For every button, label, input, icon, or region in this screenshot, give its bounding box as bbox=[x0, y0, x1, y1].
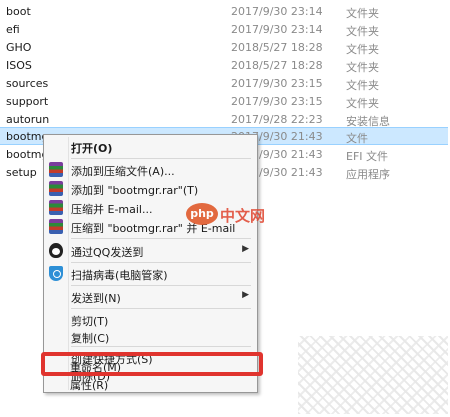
file-date: 2017/9/30 23:15 bbox=[231, 95, 323, 108]
menu-separator bbox=[71, 285, 251, 286]
submenu-arrow-icon: ▶ bbox=[242, 244, 249, 254]
file-date: 2017/9/30 23:15 bbox=[231, 77, 323, 90]
file-name: GHO bbox=[6, 41, 32, 54]
menu-item-properties[interactable]: 属性(R) bbox=[45, 374, 254, 394]
menu-item-label: 添加到压缩文件(A)... bbox=[71, 165, 175, 178]
file-name: ISOS bbox=[6, 59, 32, 72]
file-row-boot[interactable]: boot 2017/9/30 23:14 文件夹 bbox=[0, 3, 450, 21]
winrar-icon bbox=[49, 219, 63, 234]
rename-highlight-box bbox=[41, 352, 263, 376]
file-name: support bbox=[6, 95, 49, 108]
submenu-arrow-icon: ▶ bbox=[242, 290, 249, 300]
menu-item-label: 发送到(N) bbox=[71, 292, 121, 305]
menu-item-open[interactable]: 打开(O) bbox=[46, 137, 255, 157]
file-date: 2017/9/30 23:14 bbox=[231, 23, 323, 36]
menu-item-label: 打开(O) bbox=[71, 142, 113, 155]
shield-icon bbox=[49, 266, 63, 281]
file-name: boot bbox=[6, 5, 31, 18]
file-name: efi bbox=[6, 23, 20, 36]
menu-item-label: 通过QQ发送到 bbox=[71, 246, 144, 259]
menu-item-label: 添加到 "bootmgr.rar"(T) bbox=[71, 184, 199, 197]
menu-item-label: 复制(C) bbox=[71, 332, 110, 345]
file-row-support[interactable]: support 2017/9/30 23:15 文件夹 bbox=[0, 93, 450, 111]
menu-separator bbox=[71, 158, 251, 159]
menu-item-send-to[interactable]: 发送到(N) ▶ bbox=[46, 287, 255, 307]
image-noise-overlay bbox=[298, 336, 448, 414]
file-row-isos[interactable]: ISOS 2018/5/27 18:28 文件夹 bbox=[0, 57, 450, 75]
menu-separator bbox=[71, 346, 251, 347]
file-type: 文件夹 bbox=[346, 97, 379, 110]
file-type: 文件夹 bbox=[346, 43, 379, 56]
file-name: sources bbox=[6, 77, 49, 90]
file-type: 文件夹 bbox=[346, 25, 379, 38]
winrar-icon bbox=[49, 162, 63, 177]
file-date: 2017/9/28 22:23 bbox=[231, 113, 323, 126]
file-date: 2018/5/27 18:28 bbox=[231, 59, 323, 72]
winrar-icon bbox=[49, 181, 63, 196]
watermark-text: 中文网 bbox=[220, 207, 266, 225]
menu-item-scan-virus[interactable]: 扫描病毒(电脑管家) bbox=[46, 264, 255, 284]
menu-item-add-to-archive[interactable]: 添加到压缩文件(A)... bbox=[46, 160, 255, 180]
file-type: 文件夹 bbox=[346, 61, 379, 74]
menu-separator bbox=[71, 238, 251, 239]
file-type: EFI 文件 bbox=[346, 150, 389, 163]
site-watermark: php 中文网 bbox=[186, 201, 270, 227]
file-row-sources[interactable]: sources 2017/9/30 23:15 文件夹 bbox=[0, 75, 450, 93]
winrar-icon bbox=[49, 200, 63, 215]
file-type: 文件 bbox=[346, 132, 368, 145]
qq-penguin-icon bbox=[49, 243, 63, 258]
menu-item-send-qq[interactable]: 通过QQ发送到 ▶ bbox=[46, 241, 255, 261]
file-date: 2017/9/30 23:14 bbox=[231, 5, 323, 18]
file-type: 文件夹 bbox=[346, 79, 379, 92]
menu-item-label: 属性(R) bbox=[70, 379, 109, 392]
menu-item-copy[interactable]: 复制(C) bbox=[46, 327, 255, 347]
file-name: autorun bbox=[6, 113, 50, 126]
file-name: setup bbox=[6, 166, 37, 179]
file-row-efi[interactable]: efi 2017/9/30 23:14 文件夹 bbox=[0, 21, 450, 39]
file-type: 文件夹 bbox=[346, 7, 379, 20]
menu-item-label: 压缩并 E-mail... bbox=[71, 203, 153, 216]
menu-separator bbox=[71, 262, 251, 263]
php-logo-icon: php bbox=[186, 203, 218, 225]
menu-item-label: 扫描病毒(电脑管家) bbox=[71, 269, 168, 282]
menu-separator bbox=[71, 308, 251, 309]
file-date: 2018/5/27 18:28 bbox=[231, 41, 323, 54]
menu-item-add-to-rar[interactable]: 添加到 "bootmgr.rar"(T) bbox=[46, 179, 255, 199]
file-type: 应用程序 bbox=[346, 168, 390, 181]
file-row-gho[interactable]: GHO 2018/5/27 18:28 文件夹 bbox=[0, 39, 450, 57]
